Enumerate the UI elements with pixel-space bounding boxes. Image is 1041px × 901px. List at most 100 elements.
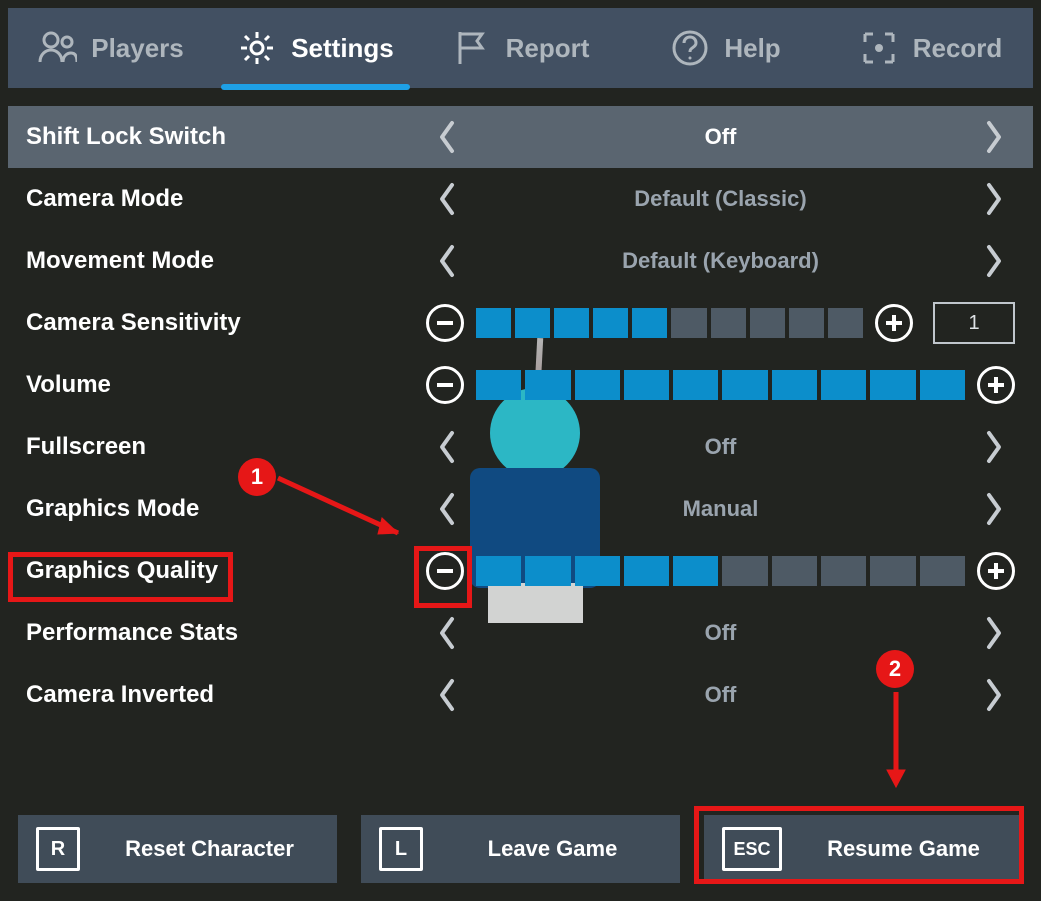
slider-segment: [870, 556, 915, 586]
row-graphics-quality: Graphics Quality: [8, 540, 1033, 602]
minus-button[interactable]: [426, 552, 464, 590]
row-label: Camera Sensitivity: [26, 309, 426, 337]
sensitivity-value[interactable]: 1: [933, 302, 1015, 344]
slider-segment: [575, 370, 620, 400]
help-icon: [670, 28, 710, 68]
slider-segment: [870, 370, 915, 400]
next-button[interactable]: [973, 612, 1015, 654]
row-camera-sensitivity: Camera Sensitivity 1: [8, 292, 1033, 354]
slider-segment: [515, 308, 550, 338]
next-button[interactable]: [973, 426, 1015, 468]
row-shift-lock: Shift Lock Switch Off: [8, 106, 1033, 168]
prev-button[interactable]: [426, 178, 468, 220]
row-label: Graphics Mode: [26, 495, 426, 523]
slider-segment: [821, 556, 866, 586]
row-label: Fullscreen: [26, 433, 426, 461]
keycap: L: [379, 827, 423, 871]
slider-segment: [476, 556, 521, 586]
slider-segment: [593, 308, 628, 338]
tab-label: Report: [506, 33, 590, 64]
keycap: ESC: [722, 827, 782, 871]
slider-segment: [711, 308, 746, 338]
slider-segment: [525, 556, 570, 586]
slider-segment: [821, 370, 866, 400]
next-button[interactable]: [973, 178, 1015, 220]
minus-button[interactable]: [426, 304, 464, 342]
slider-segment: [722, 556, 767, 586]
row-performance-stats: Performance Stats Off: [8, 602, 1033, 664]
prev-button[interactable]: [426, 674, 468, 716]
prev-button[interactable]: [426, 488, 468, 530]
plus-button[interactable]: [875, 304, 913, 342]
flag-icon: [452, 28, 492, 68]
button-label: Resume Game: [802, 836, 1005, 862]
button-label: Leave Game: [443, 836, 662, 862]
volume-slider[interactable]: [476, 370, 965, 400]
row-label: Graphics Quality: [26, 557, 426, 585]
slider-segment: [920, 556, 965, 586]
row-label: Performance Stats: [26, 619, 426, 647]
row-volume: Volume: [8, 354, 1033, 416]
tab-help[interactable]: Help: [623, 8, 828, 88]
graphics-quality-slider[interactable]: [476, 556, 965, 586]
prev-button[interactable]: [426, 240, 468, 282]
next-button[interactable]: [973, 116, 1015, 158]
players-icon: [37, 28, 77, 68]
prev-button[interactable]: [426, 612, 468, 654]
prev-button[interactable]: [426, 426, 468, 468]
next-button[interactable]: [973, 240, 1015, 282]
slider-segment: [789, 308, 824, 338]
tab-label: Help: [724, 33, 780, 64]
minus-button[interactable]: [426, 366, 464, 404]
slider-segment: [750, 308, 785, 338]
tab-players[interactable]: Players: [8, 8, 213, 88]
bottom-button-bar: R Reset Character L Leave Game ESC Resum…: [18, 815, 1023, 883]
tab-label: Record: [913, 33, 1003, 64]
slider-segment: [828, 308, 863, 338]
prev-button[interactable]: [426, 116, 468, 158]
slider-segment: [624, 370, 669, 400]
record-icon: [859, 28, 899, 68]
slider-segment: [772, 556, 817, 586]
leave-game-button[interactable]: L Leave Game: [361, 815, 680, 883]
slider-segment: [476, 308, 511, 338]
row-label: Camera Inverted: [26, 681, 426, 709]
row-label: Shift Lock Switch: [26, 123, 426, 151]
resume-game-button[interactable]: ESC Resume Game: [704, 815, 1023, 883]
row-fullscreen: Fullscreen Off: [8, 416, 1033, 478]
slider-segment: [624, 556, 669, 586]
slider-segment: [671, 308, 706, 338]
slider-segment: [554, 308, 589, 338]
sensitivity-slider[interactable]: [476, 308, 863, 338]
slider-segment: [920, 370, 965, 400]
tab-label: Settings: [291, 33, 394, 64]
tab-record[interactable]: Record: [828, 8, 1033, 88]
plus-button[interactable]: [977, 366, 1015, 404]
tab-settings[interactable]: Settings: [213, 8, 418, 88]
menu-tabbar: Players Settings Report Help Record: [8, 8, 1033, 88]
row-label: Movement Mode: [26, 247, 426, 275]
plus-button[interactable]: [977, 552, 1015, 590]
settings-panel: Shift Lock Switch Off Camera Mode Defaul…: [8, 106, 1033, 726]
slider-segment: [632, 308, 667, 338]
slider-segment: [525, 370, 570, 400]
slider-segment: [722, 370, 767, 400]
reset-character-button[interactable]: R Reset Character: [18, 815, 337, 883]
toggle-value: Manual: [468, 496, 973, 522]
next-button[interactable]: [973, 488, 1015, 530]
row-camera-inverted: Camera Inverted Off: [8, 664, 1033, 726]
tab-report[interactable]: Report: [418, 8, 623, 88]
slider-segment: [575, 556, 620, 586]
row-label: Volume: [26, 371, 426, 399]
toggle-value: Off: [468, 124, 973, 150]
row-graphics-mode: Graphics Mode Manual: [8, 478, 1033, 540]
gear-icon: [237, 28, 277, 68]
slider-segment: [772, 370, 817, 400]
toggle-value: Default (Keyboard): [468, 248, 973, 274]
button-label: Reset Character: [100, 836, 319, 862]
keycap: R: [36, 827, 80, 871]
tab-label: Players: [91, 33, 184, 64]
row-camera-mode: Camera Mode Default (Classic): [8, 168, 1033, 230]
row-label: Camera Mode: [26, 185, 426, 213]
next-button[interactable]: [973, 674, 1015, 716]
